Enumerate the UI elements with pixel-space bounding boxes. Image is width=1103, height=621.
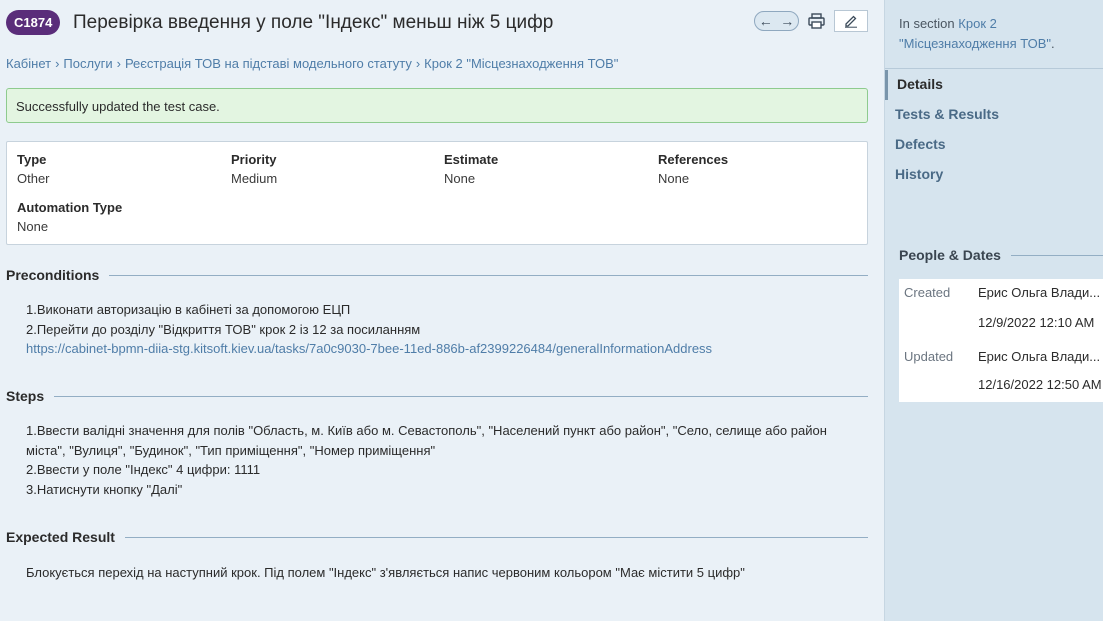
breadcrumb-link[interactable]: Послуги <box>63 56 112 71</box>
created-label: Created <box>904 285 951 300</box>
next-case-arrow-icon[interactable]: → <box>780 12 794 30</box>
precondition-line: 2.Перейти до розділу "Відкриття ТОВ" кро… <box>26 321 421 337</box>
field-priority: Priority Medium <box>231 151 277 188</box>
steps-title: Steps <box>6 386 55 406</box>
expected-body: Блокується перехід на наступний крок. Пі… <box>26 563 745 583</box>
field-label: Automation Type <box>17 200 123 215</box>
updated-label: Updated <box>904 349 954 364</box>
in-section-suffix: . <box>1051 36 1055 51</box>
created-date: 12/9/2022 12:10 AM <box>978 315 1095 330</box>
breadcrumb: Кабінет › Послуги › Реєстрація ТОВ на підста… <box>6 56 618 71</box>
printer-icon <box>807 13 825 29</box>
step-line: 2.Ввести у поле "Індекс" 4 цифри: 1111 <box>26 462 261 477</box>
breadcrumb-separator: › <box>55 56 60 71</box>
created-by[interactable]: Ерис Ольга Влади... <box>978 284 1100 302</box>
breadcrumb-link[interactable]: Кабінет <box>6 56 51 71</box>
preconditions-title: Preconditions <box>6 265 110 285</box>
step-line: 3.Натиснути кнопку "Далі" <box>26 481 183 497</box>
prev-next-nav: ← → <box>754 11 799 31</box>
precondition-line: 1.Виконати авторизацію в кабінеті за доп… <box>26 302 351 317</box>
people-dates-header: People & Dates <box>899 245 1103 265</box>
step-line: міста", "Вулиця", "Будинок", "Тип приміщ… <box>26 442 436 458</box>
sidebar-item-history[interactable]: History <box>885 160 1103 190</box>
expected-text: Блокується перехід на наступний крок. Пі… <box>26 565 745 580</box>
main-content: C1874 Перевірка введення у поле "Індекс"… <box>0 0 884 621</box>
field-references: References None <box>658 151 728 188</box>
field-type: Type Other <box>17 151 50 188</box>
people-dates-title: People & Dates <box>899 245 1011 265</box>
breadcrumb-separator: › <box>116 56 121 71</box>
field-label: Priority <box>231 152 277 167</box>
field-estimate: Estimate None <box>444 151 498 188</box>
sidebar-item-defects[interactable]: Defects <box>885 130 1103 160</box>
preconditions-header: Preconditions <box>6 265 868 285</box>
step-line: 1.Ввести валідні значення для полів "Обл… <box>26 423 827 438</box>
field-value: None <box>658 171 690 186</box>
expected-title: Expected Result <box>6 527 125 547</box>
success-message: Successfully updated the test case. <box>6 88 868 123</box>
prev-case-arrow-icon[interactable]: ← <box>759 12 773 30</box>
preconditions-body: 1.Виконати авторизацію в кабінеті за доп… <box>26 300 712 359</box>
case-id-badge: C1874 <box>6 10 61 35</box>
field-automation-type: Automation Type None <box>17 199 122 236</box>
steps-header: Steps <box>6 386 868 406</box>
sidebar-item-tests-results[interactable]: Tests & Results <box>885 100 1103 130</box>
steps-body: 1.Ввести валідні значення для полів "Обл… <box>26 421 827 499</box>
sidebar-item-details[interactable]: Details <box>885 70 1103 100</box>
field-label: Estimate <box>444 152 499 167</box>
expected-header: Expected Result <box>6 527 868 547</box>
people-dates-box: Created Ерис Ольга Влади... 12/9/2022 12… <box>899 279 1103 402</box>
section-divider <box>6 537 868 538</box>
updated-date: 12/16/2022 12:50 AM <box>978 377 1102 392</box>
field-value: None <box>444 171 476 186</box>
case-header: C1874 Перевірка введення у поле "Індекс"… <box>6 8 868 38</box>
section-divider <box>6 275 868 276</box>
breadcrumb-link[interactable]: Реєстрація ТОВ на підставі модельного ст… <box>125 56 412 71</box>
pencil-icon <box>845 15 857 28</box>
breadcrumb-link[interactable]: Крок 2 "Місцезнаходження ТОВ" <box>424 56 618 71</box>
case-fields-box: Type Other Priority Medium Estimate None… <box>6 141 868 245</box>
page-title: Перевірка введення у поле "Індекс" меньш… <box>73 12 554 33</box>
in-section-label: In section <box>899 16 955 31</box>
field-value: Medium <box>231 171 278 186</box>
precondition-link[interactable]: https://cabinet-bpmn-diia-stg.kitsoft.ki… <box>26 341 712 356</box>
section-divider <box>6 396 868 397</box>
print-button[interactable] <box>806 11 826 31</box>
edit-button[interactable] <box>834 10 868 32</box>
sidebar-nav: Details Tests & Results Defects History <box>885 70 1103 190</box>
field-label: Type <box>17 152 47 167</box>
sidebar-divider <box>885 68 1103 69</box>
sidebar: In section Крок 2 "Місцезнаходження ТОВ"… <box>884 0 1103 621</box>
field-value: Other <box>17 171 50 186</box>
breadcrumb-separator: › <box>415 56 421 71</box>
field-value: None <box>17 219 49 234</box>
updated-by[interactable]: Ерис Ольга Влади... <box>978 348 1100 366</box>
in-section-info: In section Крок 2 "Місцезнаходження ТОВ"… <box>899 14 1095 54</box>
field-label: References <box>658 152 729 167</box>
